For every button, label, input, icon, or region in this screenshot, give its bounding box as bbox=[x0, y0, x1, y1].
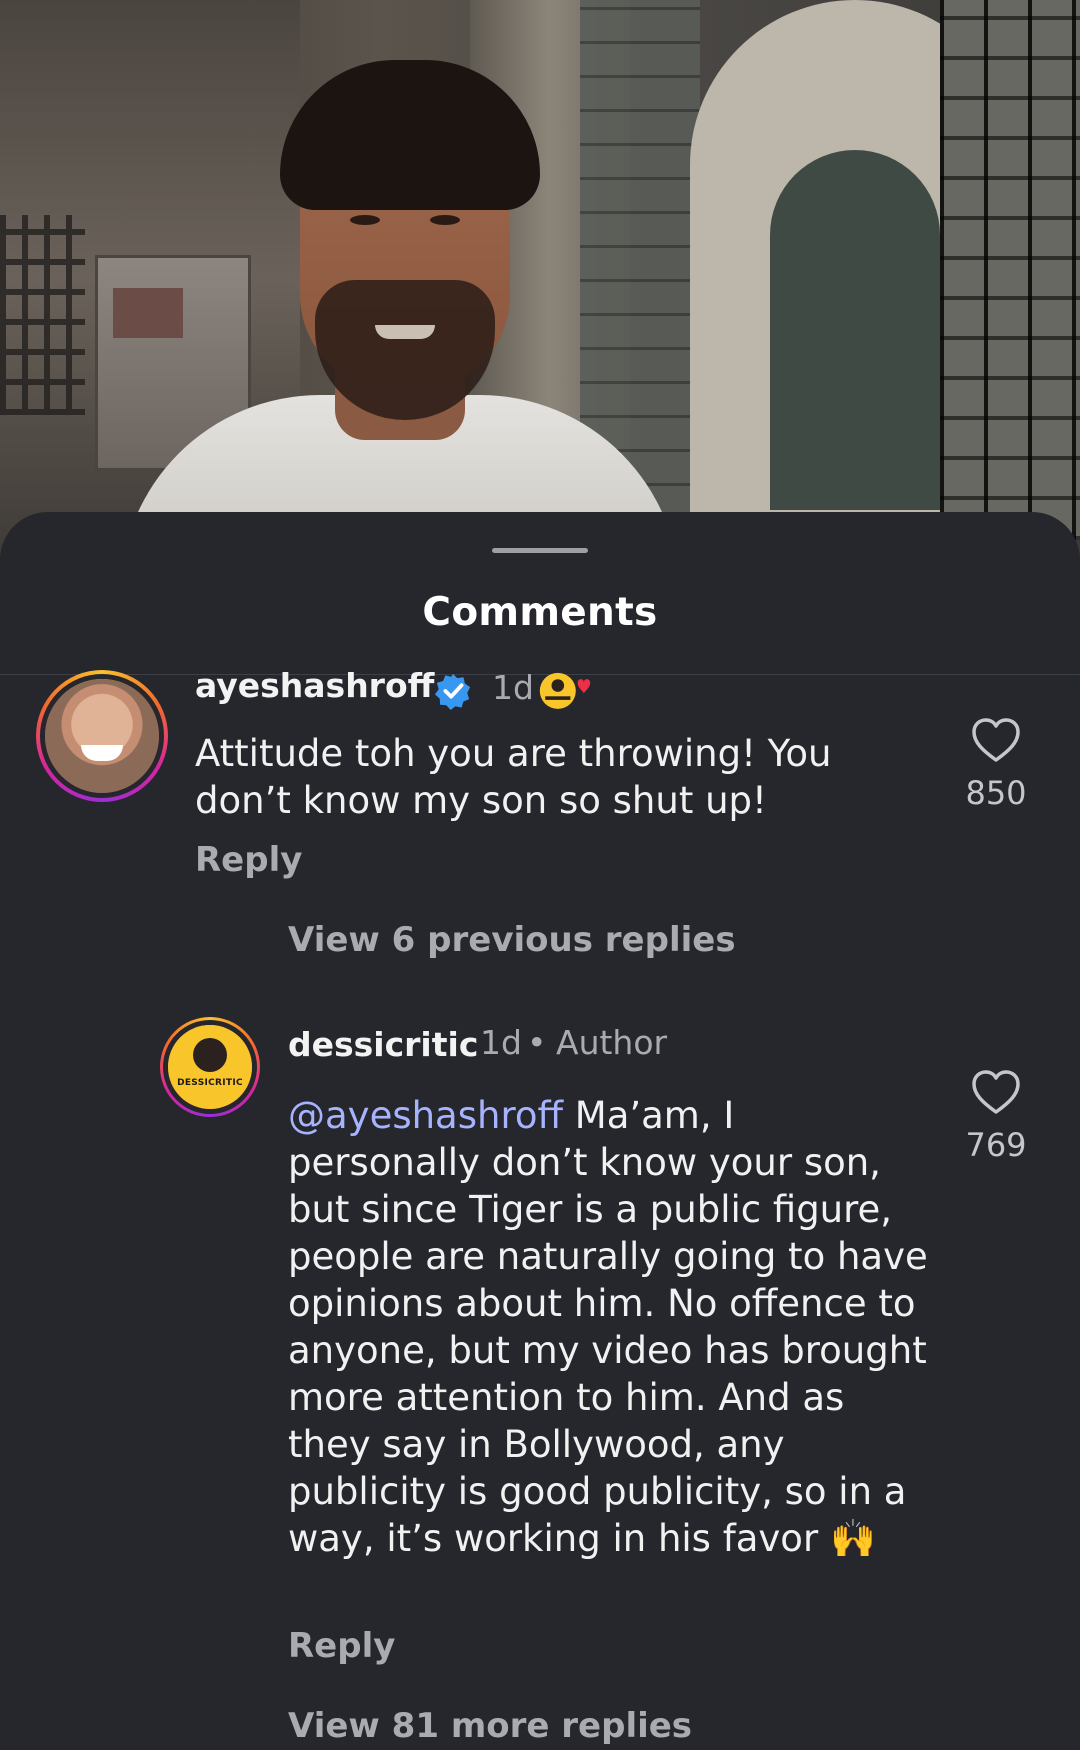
verified-badge-icon bbox=[434, 673, 471, 710]
comment-username[interactable]: dessicritic bbox=[288, 1025, 478, 1064]
like-heart-icon[interactable] bbox=[970, 1068, 1022, 1116]
background-bricks bbox=[940, 0, 1080, 540]
person-smile bbox=[375, 325, 435, 339]
profile-photo-icon bbox=[45, 679, 159, 793]
view-previous-replies-button[interactable]: View 6 previous replies bbox=[288, 920, 736, 960]
avatar-ayeshashroff[interactable] bbox=[36, 670, 168, 802]
liked-by-author-icon bbox=[539, 672, 591, 709]
view-more-replies-button[interactable]: View 81 more replies bbox=[288, 1706, 692, 1746]
person-eye-left bbox=[350, 215, 380, 225]
avatar-dessicritic[interactable]: DESSICRITIC bbox=[160, 1017, 260, 1117]
mention-link[interactable]: @ayeshashroff bbox=[288, 1094, 563, 1137]
comments-sheet: Comments ayeshashroff 1d Attitude toh yo… bbox=[0, 512, 1080, 1750]
sheet-grabber[interactable] bbox=[492, 548, 588, 553]
like-count: 850 bbox=[965, 774, 1027, 812]
person-eye-right bbox=[430, 215, 460, 225]
comment-time: 1d bbox=[492, 668, 534, 707]
video-preview[interactable] bbox=[0, 0, 1080, 560]
author-badge: Author bbox=[556, 1023, 668, 1062]
avatar-label: DESSICRITIC bbox=[177, 1078, 243, 1088]
comment-body: Ma’am, I personally don’t know your son,… bbox=[288, 1094, 928, 1560]
comment-time: 1d bbox=[480, 1023, 522, 1062]
reply-button[interactable]: Reply bbox=[195, 840, 302, 880]
comment-text: @ayeshashroff Ma’am, I personally don’t … bbox=[288, 1092, 928, 1562]
raised-hands-icon: 🙌 bbox=[829, 1517, 877, 1560]
like-heart-icon[interactable] bbox=[970, 716, 1022, 764]
dessicritic-logo-icon: DESSICRITIC bbox=[168, 1025, 252, 1109]
reply-button[interactable]: Reply bbox=[288, 1626, 395, 1666]
sheet-title: Comments bbox=[422, 590, 658, 635]
meta-separator: • bbox=[527, 1023, 547, 1062]
background-doorway bbox=[770, 150, 940, 510]
comment-username[interactable]: ayeshashroff bbox=[195, 666, 434, 705]
comment-text: Attitude toh you are throwing! You don’t… bbox=[195, 732, 832, 822]
like-count: 769 bbox=[965, 1126, 1027, 1164]
background-window bbox=[0, 215, 85, 415]
